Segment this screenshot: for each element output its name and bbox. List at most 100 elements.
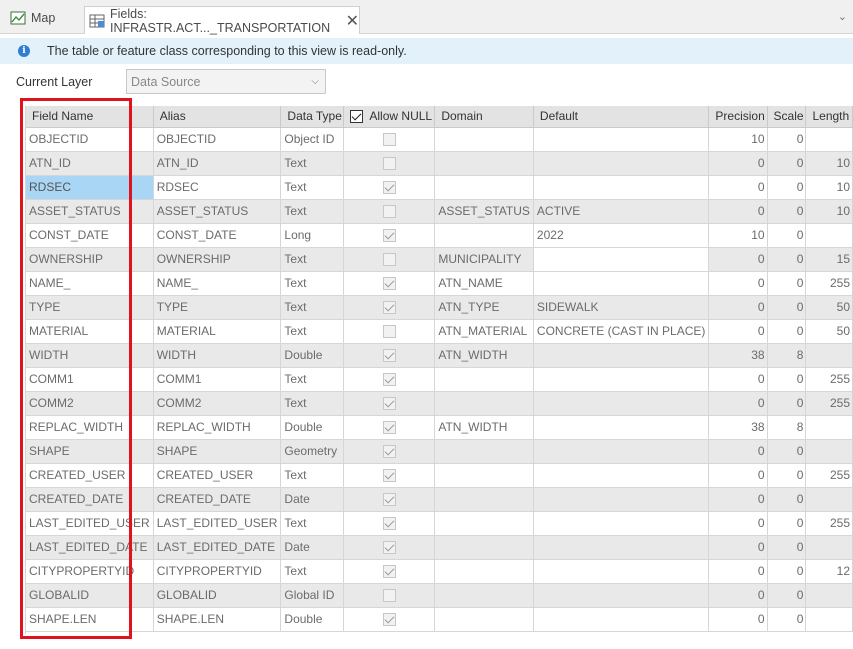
cell-scale[interactable]: 0 [767, 199, 807, 224]
cell-length[interactable]: 255 [805, 271, 853, 296]
cell-field[interactable]: CREATED_DATE [26, 487, 154, 512]
allow-null-checkbox[interactable] [382, 445, 396, 459]
cell-scale[interactable]: 0 [767, 151, 807, 176]
allow-null-cell[interactable] [343, 463, 436, 488]
allow-null-cell[interactable] [343, 607, 436, 632]
col-data-type[interactable]: Data Type [280, 106, 345, 128]
cell-field[interactable]: GLOBALID [26, 583, 154, 608]
cell-default[interactable] [533, 127, 710, 152]
allow-null-header-checkbox[interactable] [350, 110, 364, 124]
cell-scale[interactable]: 0 [767, 559, 807, 584]
cell-type[interactable]: Text [280, 295, 345, 320]
allow-null-cell[interactable] [343, 319, 436, 344]
cell-length[interactable]: 10 [805, 175, 853, 200]
cell-type[interactable]: Text [280, 367, 345, 392]
cell-alias[interactable]: OBJECTID [153, 127, 282, 152]
cell-length[interactable] [805, 487, 853, 512]
allow-null-checkbox[interactable] [382, 253, 396, 267]
cell-scale[interactable]: 0 [767, 175, 807, 200]
allow-null-cell[interactable] [343, 151, 436, 176]
cell-type[interactable]: Text [280, 271, 345, 296]
cell-precision[interactable]: 0 [708, 463, 768, 488]
cell-scale[interactable]: 0 [767, 487, 807, 512]
cell-default[interactable] [533, 535, 710, 560]
cell-field[interactable]: ATN_ID [26, 151, 154, 176]
allow-null-cell[interactable] [343, 415, 436, 440]
cell-length[interactable] [805, 415, 853, 440]
allow-null-checkbox[interactable] [382, 229, 396, 243]
cell-alias[interactable]: ASSET_STATUS [153, 199, 282, 224]
cell-default[interactable] [533, 247, 710, 272]
cell-field[interactable]: OBJECTID [26, 127, 154, 152]
cell-type[interactable]: Double [280, 343, 345, 368]
table-row[interactable]: OWNERSHIP OWNERSHIP Text MUNICIPALITY 0 0 15 [26, 247, 853, 272]
cell-domain[interactable]: MUNICIPALITY [434, 247, 534, 272]
cell-domain[interactable] [434, 175, 534, 200]
cell-field[interactable]: CITYPROPERTYID [26, 559, 154, 584]
allow-null-checkbox[interactable] [382, 589, 396, 603]
cell-field[interactable]: CREATED_USER [26, 463, 154, 488]
allow-null-cell[interactable] [343, 271, 436, 296]
allow-null-cell[interactable] [343, 487, 436, 512]
cell-domain[interactable]: ATN_MATERIAL [434, 319, 534, 344]
cell-alias[interactable]: MATERIAL [153, 319, 282, 344]
cell-alias[interactable]: CITYPROPERTYID [153, 559, 282, 584]
cell-length[interactable] [805, 535, 853, 560]
cell-precision[interactable]: 0 [708, 559, 768, 584]
cell-domain[interactable] [434, 439, 534, 464]
allow-null-checkbox[interactable] [382, 301, 396, 315]
table-row[interactable]: OBJECTID OBJECTID Object ID 10 0 [26, 127, 853, 152]
cell-domain[interactable] [434, 223, 534, 248]
cell-field[interactable]: SHAPE.LEN [26, 607, 154, 632]
col-field-name[interactable]: Field Name [26, 106, 154, 128]
allow-null-cell[interactable] [343, 583, 436, 608]
allow-null-cell[interactable] [343, 343, 436, 368]
cell-scale[interactable]: 0 [767, 247, 807, 272]
col-default[interactable]: Default [533, 106, 710, 128]
cell-length[interactable]: 15 [805, 247, 853, 272]
cell-type[interactable]: Text [280, 463, 345, 488]
table-row[interactable]: ASSET_STATUS ASSET_STATUS Text ASSET_STATUS… [26, 199, 853, 224]
table-row[interactable]: COMM1 COMM1 Text 0 0 255 [26, 367, 853, 392]
tab-map[interactable]: Map [10, 6, 80, 30]
cell-field[interactable]: NAME_ [26, 271, 154, 296]
cell-field[interactable]: RDSEC [26, 175, 154, 200]
table-row[interactable]: COMM2 COMM2 Text 0 0 255 [26, 391, 853, 416]
cell-default[interactable] [533, 175, 710, 200]
cell-default[interactable]: CONCRETE (CAST IN PLACE) [533, 319, 710, 344]
cell-domain[interactable]: ATN_NAME [434, 271, 534, 296]
cell-precision[interactable]: 0 [708, 319, 768, 344]
cell-precision[interactable]: 0 [708, 607, 768, 632]
cell-scale[interactable]: 0 [767, 319, 807, 344]
allow-null-checkbox[interactable] [382, 349, 396, 363]
cell-scale[interactable]: 0 [767, 535, 807, 560]
cell-scale[interactable]: 0 [767, 271, 807, 296]
allow-null-cell[interactable] [343, 175, 436, 200]
cell-field[interactable]: COMM2 [26, 391, 154, 416]
cell-length[interactable] [805, 223, 853, 248]
cell-domain[interactable] [434, 583, 534, 608]
allow-null-checkbox[interactable] [382, 205, 396, 219]
cell-scale[interactable]: 0 [767, 391, 807, 416]
cell-field[interactable]: COMM1 [26, 367, 154, 392]
cell-precision[interactable]: 10 [708, 127, 768, 152]
cell-default[interactable] [533, 607, 710, 632]
allow-null-cell[interactable] [343, 247, 436, 272]
allow-null-checkbox[interactable] [382, 325, 396, 339]
table-row[interactable]: LAST_EDITED_USER LAST_EDITED_USER Text 0 0 25… [26, 511, 853, 536]
allow-null-cell[interactable] [343, 199, 436, 224]
cell-scale[interactable]: 0 [767, 463, 807, 488]
cell-domain[interactable] [434, 367, 534, 392]
cell-type[interactable]: Geometry [280, 439, 345, 464]
tab-fields[interactable]: Fields: INFRASTR.ACT..._TRANSPORTATION ✕ [84, 6, 360, 35]
allow-null-cell[interactable] [343, 439, 436, 464]
table-row[interactable]: LAST_EDITED_DATE LAST_EDITED_DATE Date 0 0 [26, 535, 853, 560]
allow-null-checkbox[interactable] [382, 565, 396, 579]
cell-alias[interactable]: RDSEC [153, 175, 282, 200]
allow-null-checkbox[interactable] [382, 373, 396, 387]
allow-null-cell[interactable] [343, 223, 436, 248]
cell-scale[interactable]: 0 [767, 127, 807, 152]
cell-type[interactable]: Text [280, 319, 345, 344]
cell-default[interactable]: SIDEWALK [533, 295, 710, 320]
table-row[interactable]: CREATED_USER CREATED_USER Text 0 0 255 [26, 463, 853, 488]
